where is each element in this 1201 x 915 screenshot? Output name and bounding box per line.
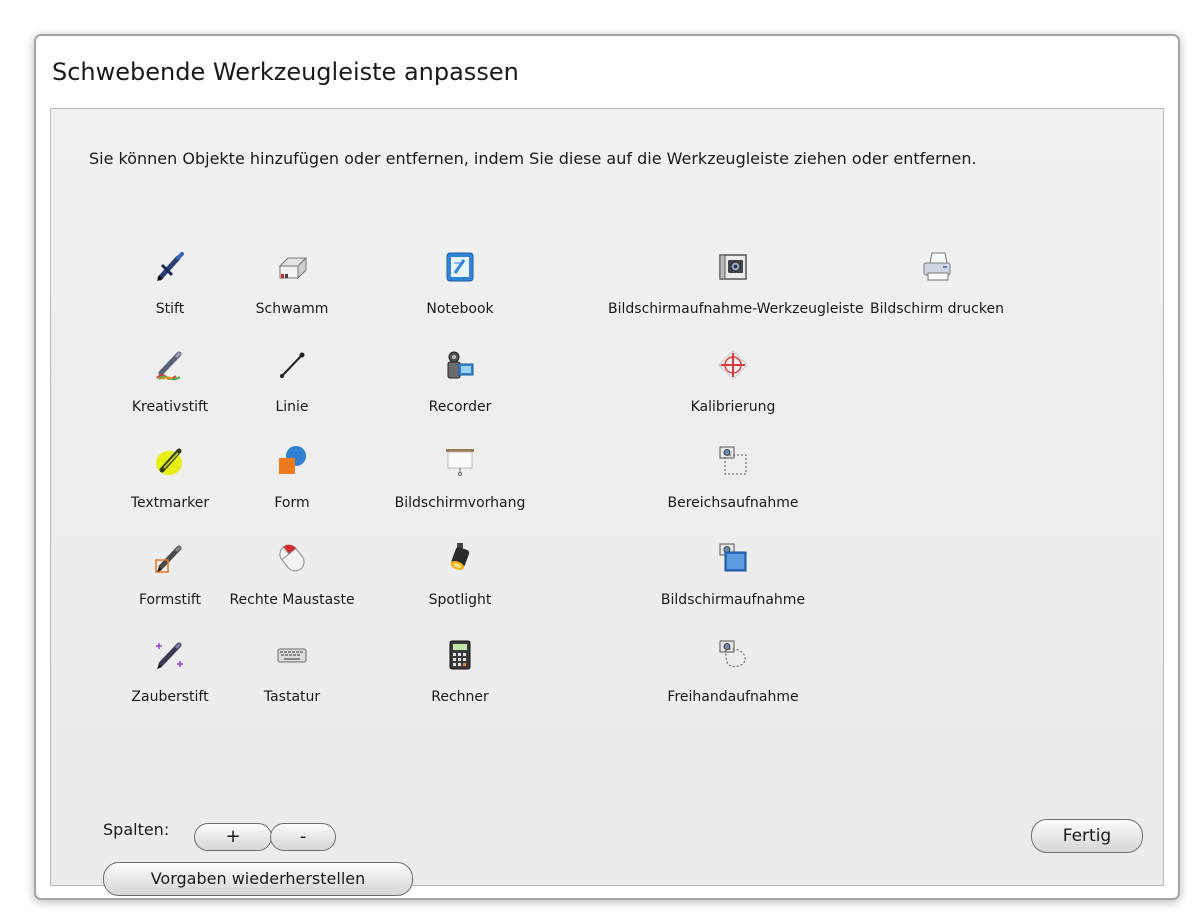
spotlight-icon (444, 542, 476, 574)
area-capture-icon (717, 445, 749, 477)
columns-minus-button[interactable]: - (270, 823, 336, 851)
line-icon (276, 349, 308, 381)
tool-label: Kalibrierung (690, 399, 776, 415)
tool-label: Bildschirm drucken (870, 301, 1004, 317)
recorder-icon (444, 349, 476, 381)
tool-freihandaufnahme[interactable]: Freihandaufnahme (658, 639, 808, 709)
notebook-icon (444, 251, 476, 283)
calibration-icon (717, 349, 749, 381)
tool-kalibrierung[interactable]: Kalibrierung (658, 349, 808, 419)
customize-toolbar-dialog: Schwebende Werkzeugleiste anpassen Sie k… (34, 34, 1180, 900)
tool-rechner[interactable]: Rechner (385, 639, 535, 709)
tool-label: Spotlight (428, 592, 492, 608)
magic-pen-icon (154, 639, 186, 671)
screen-shade-icon (444, 445, 476, 477)
screen-capture-icon (717, 542, 749, 574)
tool-label: Notebook (426, 301, 494, 317)
tool-bildschirm-drucken[interactable]: Bildschirm drucken (862, 251, 1012, 321)
tool-label: Freihandaufnahme (667, 689, 799, 705)
done-button[interactable]: Fertig (1031, 819, 1143, 853)
tools-panel: Sie können Objekte hinzufügen oder entfe… (50, 108, 1164, 896)
highlighter-icon (154, 445, 186, 477)
eraser-icon (276, 251, 308, 283)
tool-recorder[interactable]: Recorder (385, 349, 535, 419)
tool-bereichsaufnahme[interactable]: Bereichsaufnahme (658, 445, 808, 515)
instruction-text: Sie können Objekte hinzufügen oder entfe… (89, 149, 977, 168)
shape-icon (276, 445, 308, 477)
freehand-capture-icon (717, 639, 749, 671)
tool-spotlight[interactable]: Spotlight (385, 542, 535, 612)
creative-pen-icon (154, 349, 186, 381)
tool-bildschirmvorhang[interactable]: Bildschirmvorhang (385, 445, 535, 515)
mouse-icon (276, 542, 308, 574)
columns-label: Spalten: (103, 820, 170, 839)
calculator-icon (444, 639, 476, 671)
tool-label: Rechner (431, 689, 489, 705)
tool-label: Bereichsaufnahme (667, 495, 799, 511)
tool-bildschirmaufnahme-werkzeugleiste[interactable]: Bildschirmaufnahme-Werkzeugleiste (608, 251, 864, 321)
tool-bildschirmaufnahme[interactable]: Bildschirmaufnahme (658, 542, 808, 612)
keyboard-icon (276, 639, 308, 671)
tool-label: Bildschirmvorhang (394, 495, 526, 511)
pen-icon (154, 251, 186, 283)
tool-label: Bildschirmaufnahme (660, 592, 806, 608)
printer-icon (921, 251, 953, 283)
restore-defaults-button[interactable]: Vorgaben wiederherstellen (103, 862, 413, 896)
columns-plus-button[interactable]: + (194, 823, 272, 851)
dialog-title: Schwebende Werkzeugleiste anpassen (52, 58, 519, 86)
shape-pen-icon (154, 542, 186, 574)
tool-notebook[interactable]: Notebook (385, 251, 535, 321)
tool-label: Recorder (428, 399, 492, 415)
camera-toolbar-icon (717, 251, 749, 283)
